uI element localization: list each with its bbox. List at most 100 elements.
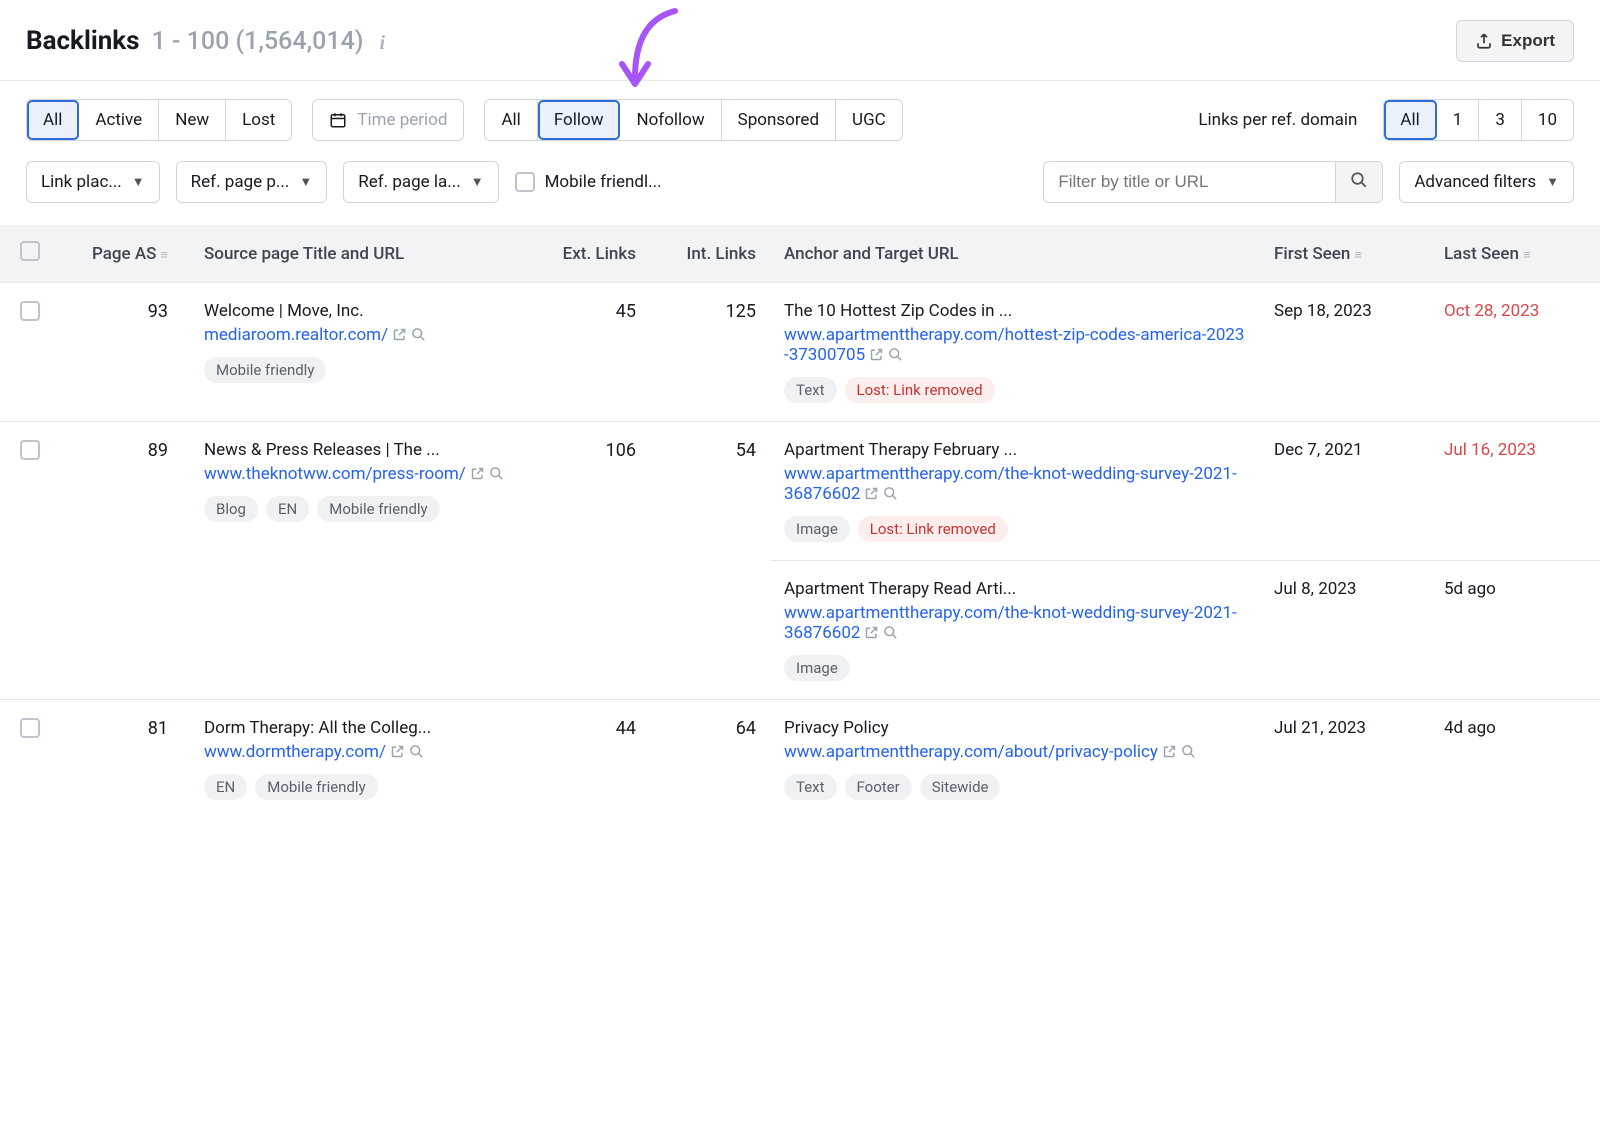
- lpd-group: All 1 3 10: [1383, 99, 1574, 141]
- int-links-value: 125: [650, 283, 770, 422]
- ext-links-value: 106: [530, 422, 650, 700]
- col-ext-links[interactable]: Ext. Links: [530, 225, 650, 283]
- col-int-links[interactable]: Int. Links: [650, 225, 770, 283]
- backlinks-table: Page AS≡ Source page Title and URL Ext. …: [0, 225, 1600, 818]
- row-checkbox[interactable]: [20, 440, 40, 460]
- anchor-title: Privacy Policy: [784, 718, 1104, 738]
- external-link-icon[interactable]: [869, 347, 884, 362]
- export-button[interactable]: Export: [1456, 20, 1574, 62]
- first-seen: Sep 18, 2023: [1260, 283, 1430, 421]
- tag: Text: [784, 774, 837, 800]
- external-link-icon[interactable]: [1162, 744, 1177, 759]
- last-seen: 5d ago: [1430, 561, 1600, 699]
- info-icon[interactable]: i: [380, 32, 386, 55]
- last-seen: 4d ago: [1430, 700, 1600, 818]
- anchor-block: Apartment Therapy February ... www.apart…: [784, 440, 1246, 542]
- lpd-3[interactable]: 3: [1479, 100, 1522, 140]
- external-link-icon[interactable]: [864, 625, 879, 640]
- tag: EN: [266, 496, 309, 522]
- lpd-10[interactable]: 10: [1522, 100, 1573, 140]
- time-period-label: Time period: [357, 110, 447, 130]
- col-page-as[interactable]: Page AS≡: [60, 225, 190, 283]
- col-source[interactable]: Source page Title and URL: [190, 225, 530, 283]
- int-links-value: 64: [650, 700, 770, 819]
- row-checkbox[interactable]: [20, 301, 40, 321]
- search-icon[interactable]: [888, 347, 903, 362]
- anchor-title: Apartment Therapy Read Arti...: [784, 579, 1104, 599]
- search-icon[interactable]: [409, 744, 424, 759]
- time-period-button[interactable]: Time period: [312, 99, 464, 141]
- lpd-1[interactable]: 1: [1437, 100, 1480, 140]
- ext-links-value: 45: [530, 283, 650, 422]
- advanced-filters-dropdown[interactable]: Advanced filters▼: [1399, 161, 1574, 203]
- search-icon[interactable]: [883, 486, 898, 501]
- source-url[interactable]: www.theknotww.com/press-room/: [204, 464, 466, 484]
- links-per-domain-label: Links per ref. domain: [1198, 110, 1357, 130]
- external-link-icon[interactable]: [392, 327, 407, 342]
- last-seen: Oct 28, 2023: [1430, 283, 1600, 421]
- result-counts: 1 - 100 (1,564,014): [152, 27, 364, 56]
- col-first-seen[interactable]: First Seen≡: [1260, 225, 1430, 283]
- page-as-value: 81: [60, 700, 190, 819]
- calendar-icon: [329, 111, 347, 129]
- target-url[interactable]: www.apartmenttherapy.com/the-knot-weddin…: [784, 464, 1237, 504]
- chevron-down-icon: ▼: [299, 174, 312, 190]
- first-seen: Jul 8, 2023: [1260, 561, 1430, 699]
- link-placement-dropdown[interactable]: Link plac...▼: [26, 161, 160, 203]
- anchor-title: The 10 Hottest Zip Codes in ...: [784, 301, 1104, 321]
- tag: Text: [784, 377, 837, 403]
- chevron-down-icon: ▼: [132, 174, 145, 190]
- col-anchor[interactable]: Anchor and Target URL: [770, 225, 1260, 283]
- int-links-value: 54: [650, 422, 770, 700]
- col-last-seen[interactable]: Last Seen≡: [1430, 225, 1600, 283]
- status-new[interactable]: New: [159, 100, 226, 140]
- ext-links-value: 44: [530, 700, 650, 819]
- source-title: Dorm Therapy: All the Colleg...: [204, 718, 516, 738]
- page-title: Backlinks: [26, 26, 140, 56]
- lpd-all[interactable]: All: [1384, 100, 1436, 140]
- status-lost[interactable]: Lost: [226, 100, 291, 140]
- rel-ugc[interactable]: UGC: [836, 100, 902, 140]
- lost-tag: Lost: Link removed: [845, 377, 995, 403]
- chevron-down-icon: ▼: [471, 174, 484, 190]
- source-cell: Dorm Therapy: All the Colleg... www.dorm…: [190, 700, 530, 819]
- mobile-friendly-checkbox[interactable]: [515, 172, 535, 192]
- sort-icon: ≡: [160, 248, 168, 263]
- mobile-friendly-label: Mobile friendl...: [545, 172, 662, 192]
- target-url[interactable]: www.apartmenttherapy.com/hottest-zip-cod…: [784, 325, 1245, 365]
- search-icon[interactable]: [1181, 744, 1196, 759]
- sort-icon: ≡: [1354, 248, 1362, 263]
- table-row: 93 Welcome | Move, Inc. mediaroom.realto…: [0, 283, 1600, 422]
- search-button[interactable]: [1335, 162, 1382, 202]
- row-checkbox[interactable]: [20, 718, 40, 738]
- source-cell: News & Press Releases | The ... www.thek…: [190, 422, 530, 700]
- target-url[interactable]: www.apartmenttherapy.com/about/privacy-p…: [784, 742, 1158, 762]
- search-icon[interactable]: [883, 625, 898, 640]
- search-icon[interactable]: [489, 466, 504, 481]
- ref-page-lang-dropdown[interactable]: Ref. page la...▼: [343, 161, 498, 203]
- source-url[interactable]: www.dormtherapy.com/: [204, 742, 386, 762]
- tag: Image: [784, 655, 850, 681]
- source-url[interactable]: mediaroom.realtor.com/: [204, 325, 388, 345]
- rel-follow[interactable]: Follow: [538, 100, 621, 140]
- search-input[interactable]: [1044, 162, 1335, 202]
- rel-nofollow[interactable]: Nofollow: [620, 100, 721, 140]
- tag: EN: [204, 774, 247, 800]
- external-link-icon[interactable]: [864, 486, 879, 501]
- ref-page-p-dropdown[interactable]: Ref. page p...▼: [176, 161, 328, 203]
- status-all[interactable]: All: [27, 100, 79, 140]
- rel-all[interactable]: All: [485, 100, 537, 140]
- status-active[interactable]: Active: [79, 100, 159, 140]
- anchor-block: Privacy Policy www.apartmenttherapy.com/…: [784, 718, 1246, 800]
- rel-sponsored[interactable]: Sponsored: [722, 100, 836, 140]
- external-link-icon[interactable]: [390, 744, 405, 759]
- anchor-block: The 10 Hottest Zip Codes in ... www.apar…: [784, 301, 1246, 403]
- table-row: 89 News & Press Releases | The ... www.t…: [0, 422, 1600, 700]
- page-as-value: 89: [60, 422, 190, 700]
- search-icon[interactable]: [411, 327, 426, 342]
- select-all-checkbox[interactable]: [20, 241, 40, 261]
- page-as-value: 93: [60, 283, 190, 422]
- external-link-icon[interactable]: [470, 466, 485, 481]
- target-url[interactable]: www.apartmenttherapy.com/the-knot-weddin…: [784, 603, 1237, 643]
- last-seen: Jul 16, 2023: [1430, 422, 1600, 560]
